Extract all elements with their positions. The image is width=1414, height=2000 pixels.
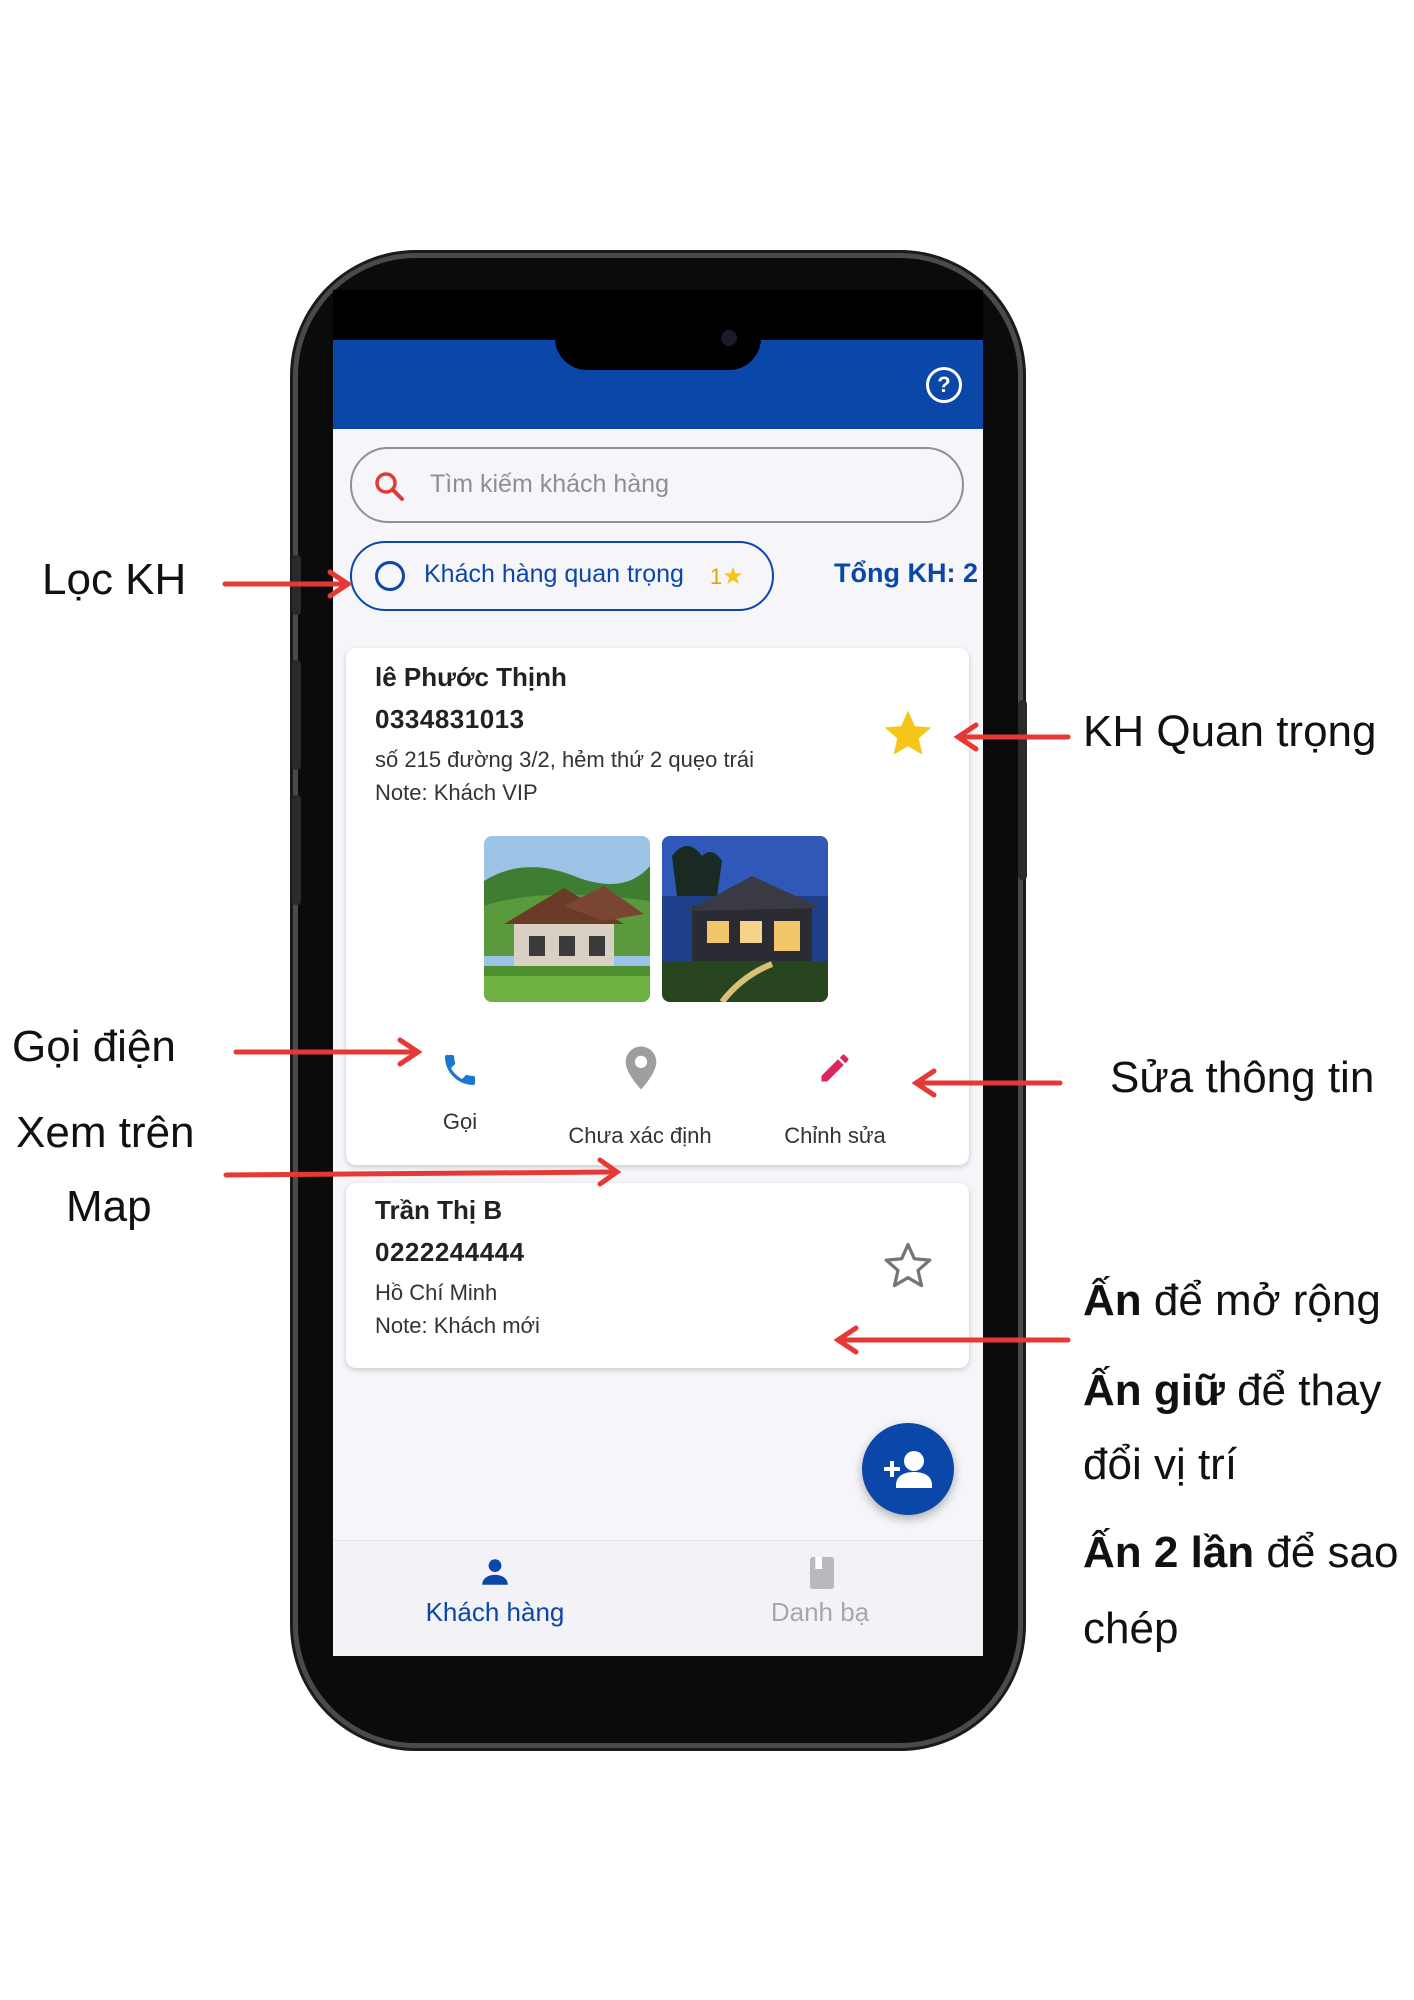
annotation-call: Gọi điện [12, 1022, 176, 1071]
annotation-hold-line2: đổi vị trí [1083, 1440, 1238, 1489]
annotation-double-line2: chép [1083, 1604, 1179, 1653]
annotation-important: KH Quan trọng [1083, 707, 1377, 756]
front-camera [721, 330, 737, 346]
annotation-arrows [222, 569, 1071, 1355]
annotation-map-line1: Xem trên [16, 1108, 195, 1157]
annotation-filter: Lọc KH [42, 555, 187, 604]
annotation-expand: Ấn để mở rộng [1083, 1276, 1381, 1325]
annotation-map-line2: Map [66, 1182, 152, 1231]
annotation-hold: Ấn giữ để thay [1083, 1366, 1382, 1415]
annotation-edit: Sửa thông tin [1110, 1053, 1375, 1102]
annotation-double: Ấn 2 lần để sao [1083, 1528, 1399, 1577]
